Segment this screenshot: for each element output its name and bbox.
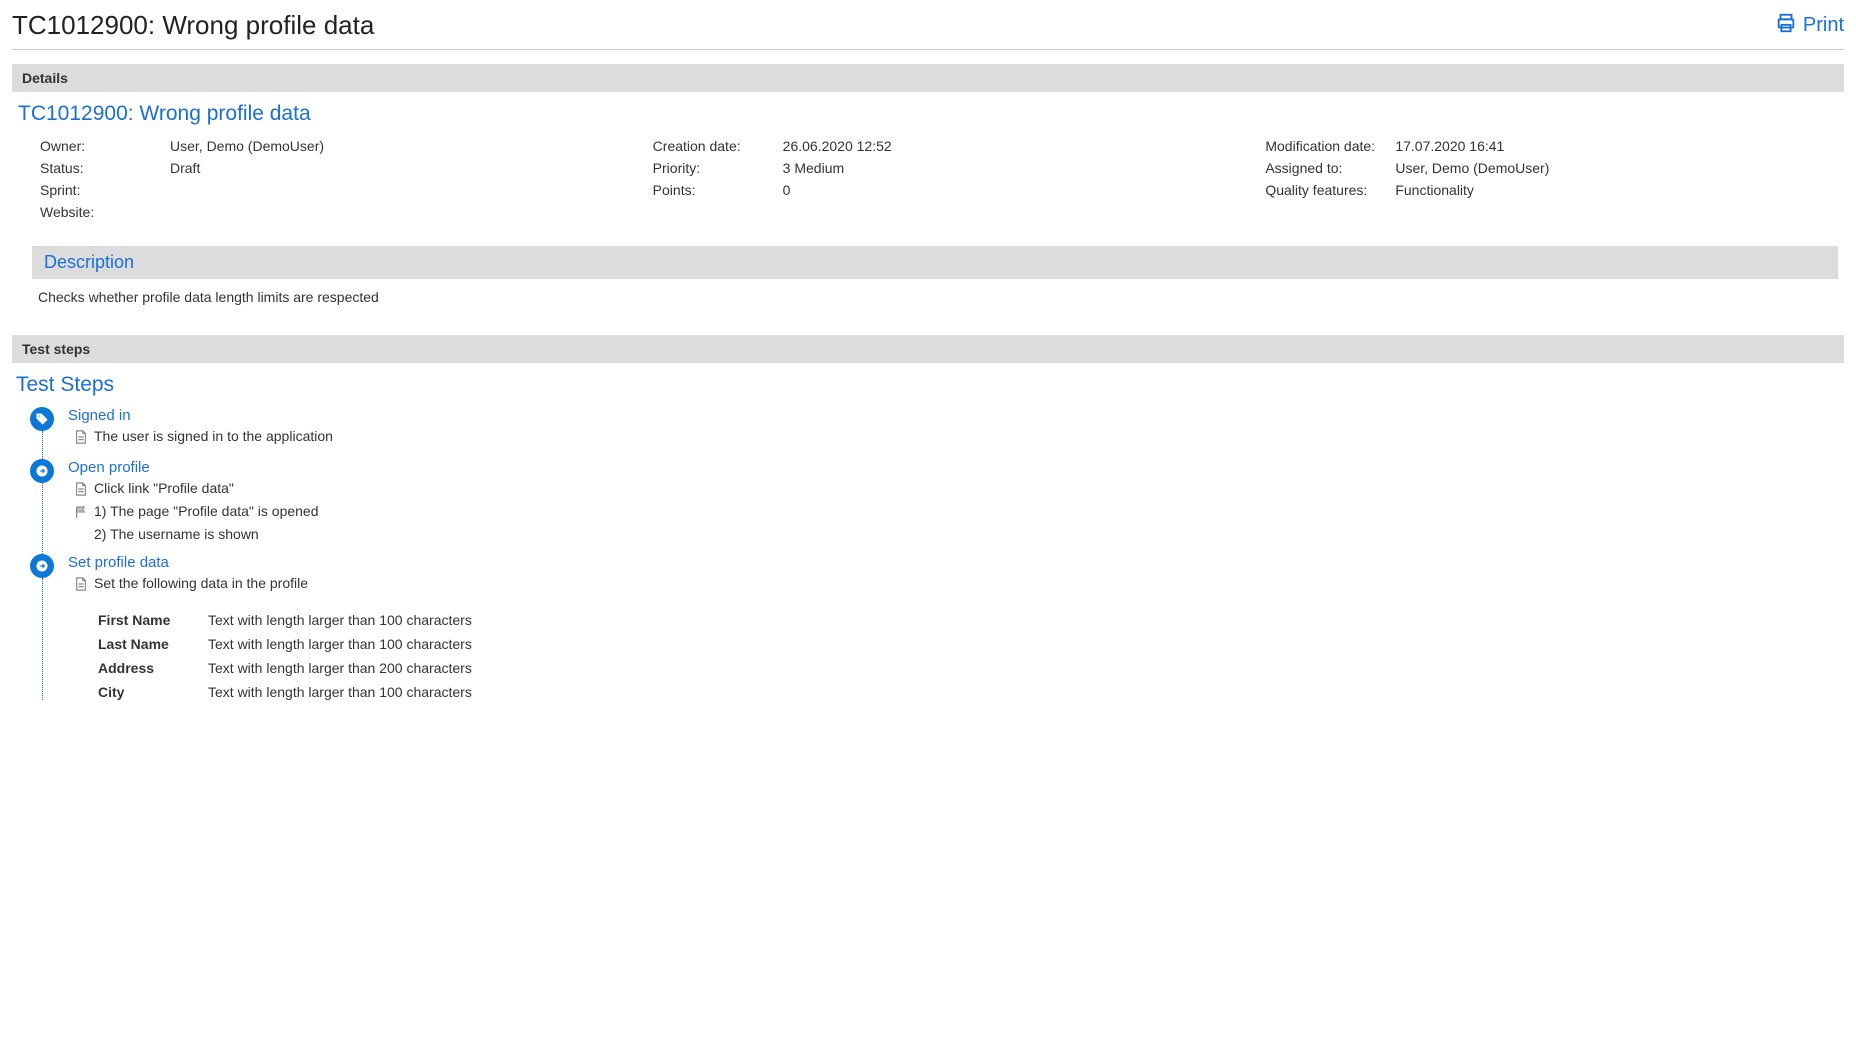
meta-label: Status: (40, 160, 170, 176)
arrow-circle-icon (30, 554, 54, 578)
print-label: Print (1803, 14, 1844, 37)
meta-label: Sprint: (40, 182, 170, 198)
meta-row: Owner:User, Demo (DemoUser) (40, 138, 613, 154)
step-title[interactable]: Open profile (68, 459, 1844, 476)
step-line: The user is signed in to the application (74, 428, 1844, 447)
meta-label: Points: (653, 182, 783, 198)
meta-label: Quality features: (1265, 182, 1395, 198)
steps-tree: Signed in The user is signed in to the ap… (12, 407, 1844, 700)
description-section: Description Checks whether profile data … (32, 246, 1838, 311)
doc-icon (74, 575, 88, 594)
flag-icon (74, 503, 88, 522)
profile-field-value: Text with length larger than 200 charact… (208, 660, 472, 676)
table-row: CityText with length larger than 100 cha… (98, 684, 1844, 700)
step-line-text: Click link "Profile data" (94, 480, 234, 496)
meta-row: Status:Draft (40, 160, 613, 176)
test-step: Signed in The user is signed in to the ap… (30, 407, 1844, 447)
arrow-circle-icon (30, 459, 54, 483)
meta-value: Draft (170, 160, 200, 176)
page-header: TC1012900: Wrong profile data Print (12, 10, 1844, 50)
profile-field-value: Text with length larger than 100 charact… (208, 636, 472, 652)
meta-grid: Owner:User, Demo (DemoUser)Status:DraftS… (18, 138, 1838, 226)
test-step: Open profile Click link "Profile data" 1) … (30, 459, 1844, 542)
description-heading: Description (32, 246, 1838, 279)
profile-field-name: Last Name (98, 636, 208, 652)
print-button[interactable]: Print (1775, 12, 1844, 40)
step-title[interactable]: Signed in (68, 407, 1844, 424)
meta-value: 0 (783, 182, 791, 198)
profile-field-value: Text with length larger than 100 charact… (208, 684, 472, 700)
step-line: Click link "Profile data" (74, 480, 1844, 499)
details-title-link[interactable]: TC1012900: Wrong profile data (18, 102, 1838, 126)
description-text: Checks whether profile data length limit… (32, 279, 1838, 311)
meta-value: 3 Medium (783, 160, 844, 176)
meta-col-2: Creation date:26.06.2020 12:52Priority:3… (653, 138, 1226, 226)
step-title[interactable]: Set profile data (68, 554, 1844, 571)
tag-icon (30, 407, 54, 431)
meta-label: Owner: (40, 138, 170, 154)
meta-label: Creation date: (653, 138, 783, 154)
meta-label: Priority: (653, 160, 783, 176)
step-line: 1) The page "Profile data" is opened (74, 503, 1844, 522)
profile-field-value: Text with length larger than 100 charact… (208, 612, 472, 628)
step-line: Set the following data in the profile (74, 575, 1844, 594)
meta-col-3: Modification date:17.07.2020 16:41Assign… (1265, 138, 1838, 226)
teststeps-section-bar: Test steps (12, 335, 1844, 363)
meta-row: Quality features:Functionality (1265, 182, 1838, 198)
meta-value: 26.06.2020 12:52 (783, 138, 892, 154)
step-line-text: 2) The username is shown (94, 526, 259, 542)
meta-value: 17.07.2020 16:41 (1395, 138, 1504, 154)
meta-value: User, Demo (DemoUser) (1395, 160, 1549, 176)
print-icon (1775, 12, 1797, 40)
step-line-text: 1) The page "Profile data" is opened (94, 503, 319, 519)
step-line-text: The user is signed in to the application (94, 428, 333, 444)
table-row: AddressText with length larger than 200 … (98, 660, 1844, 676)
meta-row: Points:0 (653, 182, 1226, 198)
table-row: First NameText with length larger than 1… (98, 612, 1844, 628)
meta-row: Modification date:17.07.2020 16:41 (1265, 138, 1838, 154)
meta-value: Functionality (1395, 182, 1474, 198)
meta-label: Modification date: (1265, 138, 1395, 154)
profile-data-table: First NameText with length larger than 1… (98, 612, 1844, 700)
doc-icon (74, 480, 88, 499)
meta-value: User, Demo (DemoUser) (170, 138, 324, 154)
profile-field-name: Address (98, 660, 208, 676)
meta-row: Website: (40, 204, 613, 220)
meta-row: Assigned to:User, Demo (DemoUser) (1265, 160, 1838, 176)
details-panel: TC1012900: Wrong profile data Owner:User… (12, 102, 1844, 327)
page-title: TC1012900: Wrong profile data (12, 10, 374, 41)
meta-label: Assigned to: (1265, 160, 1395, 176)
doc-icon (74, 428, 88, 447)
step-line-text: Set the following data in the profile (94, 575, 308, 591)
meta-label: Website: (40, 204, 170, 220)
meta-row: Creation date:26.06.2020 12:52 (653, 138, 1226, 154)
details-section-bar: Details (12, 64, 1844, 92)
meta-row: Sprint: (40, 182, 613, 198)
profile-field-name: First Name (98, 612, 208, 628)
meta-col-1: Owner:User, Demo (DemoUser)Status:DraftS… (40, 138, 613, 226)
table-row: Last NameText with length larger than 10… (98, 636, 1844, 652)
profile-field-name: City (98, 684, 208, 700)
step-line: 2) The username is shown (74, 526, 1844, 542)
test-step: Set profile data Set the following data i… (30, 554, 1844, 700)
meta-row: Priority:3 Medium (653, 160, 1226, 176)
teststeps-title: Test Steps (16, 373, 1844, 397)
